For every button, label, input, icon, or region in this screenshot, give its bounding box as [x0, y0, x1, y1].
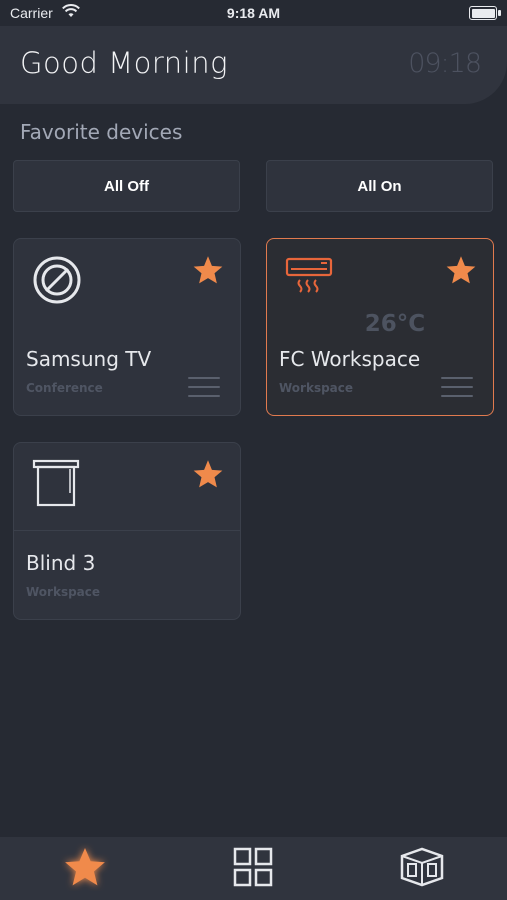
temperature-value: 26°C — [364, 311, 426, 337]
status-bar: Carrier 9:18 AM — [0, 0, 507, 26]
favorite-star-icon[interactable] — [192, 255, 224, 289]
room-cube-icon — [399, 846, 445, 892]
favorite-star-icon[interactable] — [445, 255, 477, 289]
air-conditioner-icon — [285, 255, 333, 303]
device-room: Workspace — [279, 381, 354, 395]
all-off-button[interactable]: All Off — [13, 160, 240, 212]
menu-icon[interactable] — [441, 377, 473, 399]
tab-favorites[interactable] — [55, 845, 115, 893]
grid-icon — [233, 847, 273, 891]
header-clock: 09:18 — [408, 48, 482, 79]
tab-bar — [0, 837, 507, 900]
device-card-blind-3[interactable]: Blind 3 Workspace — [13, 442, 241, 620]
all-on-button[interactable]: All On — [266, 160, 493, 212]
section-title: Favorite devices — [20, 120, 183, 144]
device-room: Conference — [26, 381, 103, 395]
star-icon — [60, 843, 110, 895]
greeting-title: Good Morning — [20, 46, 228, 80]
header: Good Morning 09:18 — [0, 26, 507, 104]
tab-rooms[interactable] — [392, 845, 452, 893]
blind-icon — [32, 459, 80, 513]
tab-devices[interactable] — [223, 845, 283, 893]
device-card-fc-workspace[interactable]: 26°C FC Workspace Workspace — [266, 238, 494, 416]
favorite-star-icon[interactable] — [192, 459, 224, 493]
menu-icon[interactable] — [188, 377, 220, 399]
device-name: Samsung TV — [26, 347, 152, 371]
battery-icon — [469, 6, 501, 20]
card-divider — [14, 530, 240, 531]
device-room: Workspace — [26, 585, 101, 599]
device-card-samsung-tv[interactable]: Samsung TV Conference — [13, 238, 241, 416]
status-time: 9:18 AM — [226, 5, 281, 21]
device-name: FC Workspace — [279, 347, 421, 371]
device-name: Blind 3 — [26, 551, 96, 575]
tv-off-icon — [32, 255, 82, 309]
